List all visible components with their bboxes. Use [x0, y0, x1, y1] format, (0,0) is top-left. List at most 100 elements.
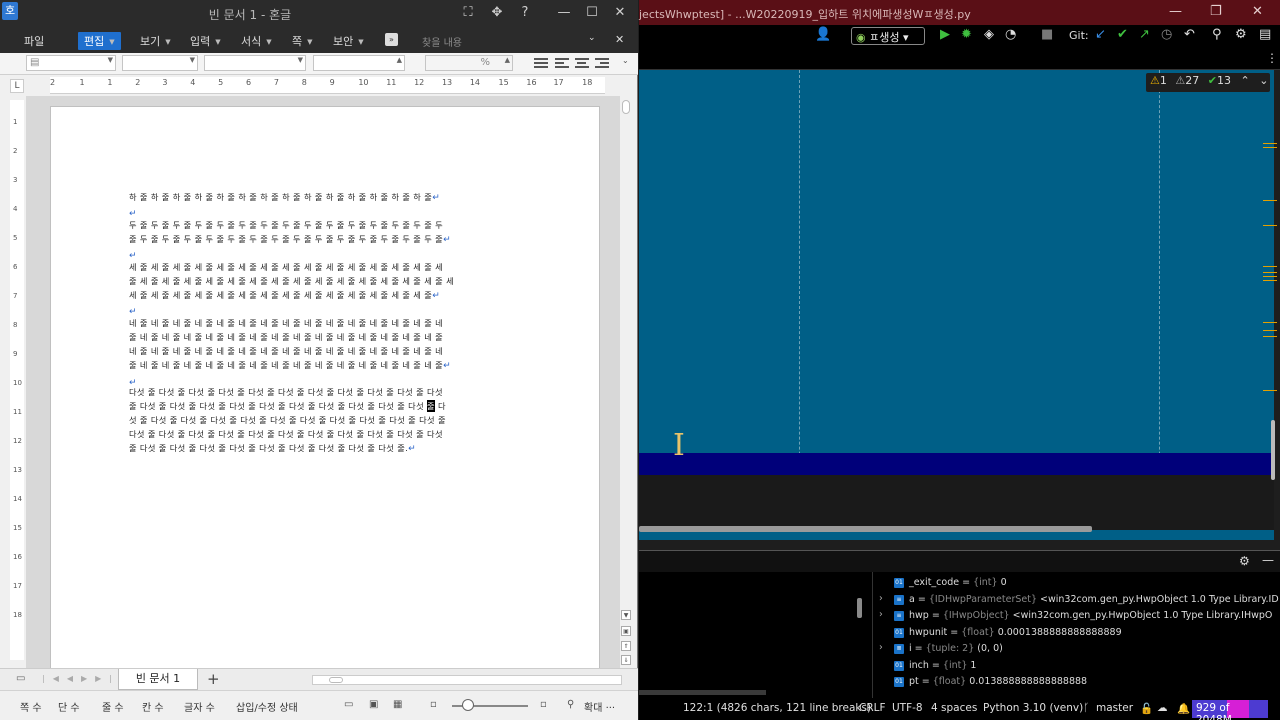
chevron-down-icon[interactable]: ⌄: [588, 33, 596, 43]
document-line[interactable]: 네 줄 네 줄 네 줄 네 줄 네 줄 네 줄 네 줄 네 줄 네 줄 네 줄 …: [129, 317, 443, 329]
document-line[interactable]: 줄 네 줄 네 줄 네 줄 네 줄 네 줄 네 줄 네 줄 네 줄 네 줄 네 …: [129, 359, 451, 371]
debug-frames-panel[interactable]: [639, 572, 872, 698]
zoom-slider-handle[interactable]: [462, 699, 474, 711]
document-line[interactable]: 하 줄 하 줄 하 줄 하 줄 하 줄 하 줄 하 줄 하 줄 하 줄 하 줄 …: [129, 191, 440, 203]
document-line[interactable]: 두 줄 두 줄 두 줄 두 줄 두 줄 두 줄 두 줄 두 줄 두 줄 두 줄 …: [129, 219, 443, 231]
align-left-icon[interactable]: [555, 56, 569, 70]
memory-indicator[interactable]: 929 of 2048M: [1192, 700, 1268, 720]
document-line[interactable]: ↵: [129, 208, 137, 219]
ide-title-bar[interactable]: jectsWhwptest] - ...W20220919_입하트 위치에파생성…: [639, 0, 1280, 25]
document-line[interactable]: 줄 세 줄 세 줄 세 줄 세 줄 세 줄 세 줄 세 줄 세 줄 세 줄 세 …: [129, 275, 454, 287]
git-branch[interactable]: master: [1096, 702, 1133, 714]
magnifier-icon[interactable]: ⚲: [567, 699, 574, 710]
menu-edit[interactable]: 편집 ▼: [78, 32, 121, 50]
status-line[interactable]: 줄 수: [102, 699, 124, 714]
scroll-thumb[interactable]: [622, 100, 630, 114]
menu-security[interactable]: 보안 ▼: [333, 33, 364, 49]
style-select[interactable]: ▤ ▼: [26, 55, 116, 71]
minimize-button[interactable]: —: [553, 5, 575, 20]
page-down-icon[interactable]: ⇓: [621, 655, 631, 665]
close-find-icon[interactable]: ✕: [615, 33, 624, 46]
hwp-title-bar[interactable]: 호 빈 문서 1 - 혼글 ⛶ ✥ ? — ☐ ✕: [0, 0, 638, 29]
font-lang-select[interactable]: ▼: [122, 55, 198, 71]
variable-row[interactable]: › ≣ i = {tuple: 2} (0, 0): [873, 642, 1280, 658]
menu-input[interactable]: 입력 ▼: [190, 33, 221, 49]
variable-row[interactable]: 01 _exit_code = {int} 0: [873, 576, 1280, 592]
fullscreen-icon[interactable]: ⛶: [457, 5, 479, 20]
chevron-right-icon[interactable]: ›: [879, 642, 883, 653]
line-separator[interactable]: CRLF: [859, 702, 886, 714]
menu-page[interactable]: 쪽 ▼: [292, 33, 313, 49]
document-line[interactable]: ↵: [129, 306, 137, 317]
document-line[interactable]: 세 줄 세 줄 세 줄 세 줄 세 줄 세 줄 세 줄 세 줄 세 줄 세 줄 …: [129, 289, 440, 301]
page-view-icon[interactable]: ▣: [621, 626, 631, 636]
error-stripe-marker[interactable]: [1263, 330, 1277, 331]
lock-icon[interactable]: 🔓: [1140, 702, 1153, 715]
coverage-icon[interactable]: ◈: [984, 27, 994, 42]
selected-character[interactable]: 줄: [427, 400, 435, 412]
close-button[interactable]: ✕: [1252, 4, 1263, 19]
document-page[interactable]: 하 줄 하 줄 하 줄 하 줄 하 줄 하 줄 하 줄 하 줄 하 줄 하 줄 …: [50, 106, 600, 668]
chevron-right-icon[interactable]: ›: [879, 609, 883, 620]
document-canvas[interactable]: 하 줄 하 줄 하 줄 하 줄 하 줄 하 줄 하 줄 하 줄 하 줄 하 줄 …: [26, 96, 620, 668]
maximize-button[interactable]: ☐: [581, 5, 603, 20]
history-icon[interactable]: ◷: [1161, 27, 1172, 42]
ide-menu-icon[interactable]: ▤: [1259, 27, 1271, 42]
document-line[interactable]: 다섯 줄 다섯 줄 다섯 줄 다섯 줄 다섯 줄 다섯 줄 다섯 줄 다섯 줄 …: [129, 386, 443, 398]
zoom-button[interactable]: 확대 ···: [584, 699, 615, 714]
tab-document-1[interactable]: 빈 문서 1: [118, 669, 198, 690]
chevron-down-icon[interactable]: ⌄: [622, 56, 636, 70]
status-insert-mode[interactable]: 삽입/수정 상태: [236, 699, 298, 714]
tab-nav-icon[interactable]: |◀◀▶▶|: [42, 674, 120, 683]
status-section[interactable]: 단 수: [58, 699, 80, 714]
inspection-widget[interactable]: ⚠1 ⚠27 ✔13 ⌃ ⌄: [1146, 73, 1270, 92]
indent-setting[interactable]: 4 spaces: [931, 702, 977, 714]
zoom-out-icon[interactable]: ▫: [430, 699, 437, 710]
scroll-thumb[interactable]: [329, 677, 343, 683]
document-vertical-scrollbar[interactable]: ▼ ▣ ⇑ ⇓: [620, 96, 632, 668]
move-icon[interactable]: ✥: [486, 5, 508, 20]
error-stripe-marker[interactable]: [1263, 225, 1277, 226]
page-up-icon[interactable]: ⇑: [621, 641, 631, 651]
document-line[interactable]: 섯 줄 다섯 줄 다섯 줄 다섯 줄 다섯 줄 다섯 줄 다섯 줄 다섯 줄 다…: [129, 414, 446, 426]
more-vertical-icon[interactable]: ⋮: [1266, 51, 1278, 65]
help-button[interactable]: ?: [514, 5, 536, 20]
stop-icon[interactable]: ■: [1041, 27, 1053, 42]
zoom-in-icon[interactable]: ▫: [540, 699, 547, 710]
run-configuration-select[interactable]: ◉ ㅍ생성 ▾: [851, 27, 925, 45]
align-center-icon[interactable]: [575, 56, 589, 70]
char-spacing-field[interactable]: % ▲: [425, 55, 513, 71]
align-justify-icon[interactable]: [534, 56, 548, 70]
error-stripe-marker[interactable]: [1263, 336, 1277, 337]
menu-file[interactable]: 파일: [24, 33, 44, 49]
tab-stop-icon[interactable]: L: [10, 79, 24, 93]
font-size-field[interactable]: ▲: [313, 55, 405, 71]
chevron-right-icon[interactable]: ›: [879, 593, 883, 604]
font-select[interactable]: ▼: [204, 55, 306, 71]
tab-list-icon[interactable]: ▭: [16, 673, 25, 684]
hide-panel-icon[interactable]: —: [1262, 553, 1274, 567]
rollback-icon[interactable]: ↶: [1184, 27, 1195, 42]
view-fit-icon[interactable]: ▦: [393, 699, 402, 710]
add-tab-button[interactable]: +: [207, 670, 220, 688]
file-encoding[interactable]: UTF-8: [892, 702, 923, 714]
variable-row[interactable]: 01 pt = {float} 0.013888888888888888: [873, 675, 1280, 691]
align-right-icon[interactable]: [595, 56, 609, 70]
error-stripe-marker[interactable]: [1263, 322, 1277, 323]
code-editor[interactable]: I ⚠1 ⚠27 ✔13 ⌃ ⌄: [639, 70, 1275, 540]
view-normal-icon[interactable]: ▭: [344, 699, 353, 710]
cloud-icon[interactable]: ☁: [1157, 702, 1168, 714]
document-line[interactable]: ↵: [129, 250, 137, 261]
error-stripe-marker[interactable]: [1263, 266, 1277, 267]
gear-icon[interactable]: ⚙: [1235, 27, 1247, 42]
status-page[interactable]: 쪽 수: [20, 699, 42, 714]
gear-icon[interactable]: ⚙: [1239, 554, 1250, 568]
document-line[interactable]: 네 줄 네 줄 네 줄 네 줄 네 줄 네 줄 네 줄 네 줄 네 줄 네 줄 …: [129, 345, 443, 357]
search-icon[interactable]: ⚲: [1212, 27, 1222, 42]
debug-icon[interactable]: ✹: [961, 27, 972, 42]
scroll-thumb[interactable]: [857, 598, 862, 618]
document-line[interactable]: 다섯 줄 다섯 줄 다섯 줄 다섯 줄 다섯 줄 다섯 줄 다섯 줄 다섯 줄 …: [129, 428, 443, 440]
scroll-thumb[interactable]: [639, 690, 766, 695]
error-stripe-marker[interactable]: [1263, 147, 1277, 148]
variable-row[interactable]: › ≡ a = {IDHwpParameterSet} <win32com.gen_…: [873, 593, 1280, 609]
